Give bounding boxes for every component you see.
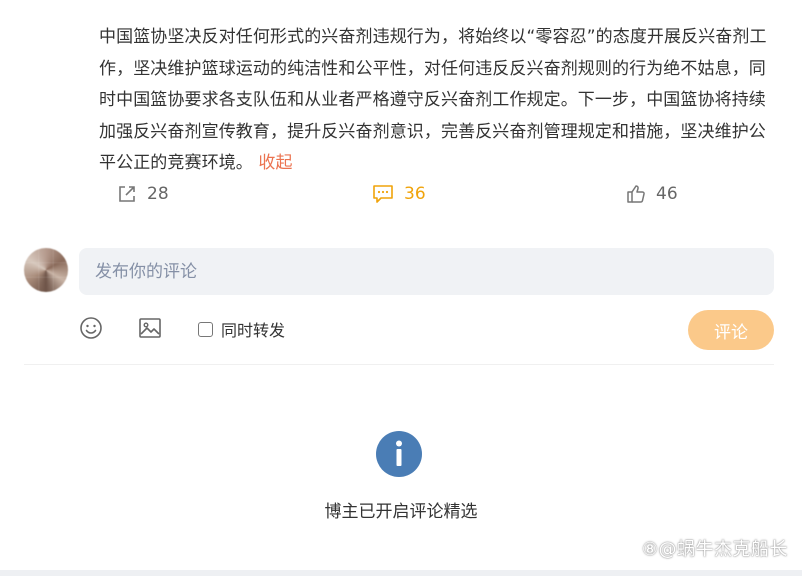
curated-comments-notice: 博主已开启评论精选 [324, 502, 478, 522]
divider [24, 364, 774, 365]
checkbox-box[interactable] [198, 321, 213, 337]
comment-icon [373, 185, 393, 203]
collapse-link[interactable]: 收起 [258, 153, 292, 173]
submit-comment-button[interactable]: 评论 [688, 310, 774, 350]
repost-checkbox[interactable]: 同时转发 [198, 317, 285, 341]
info-icon [376, 431, 422, 481]
comment-button[interactable]: 36 [372, 184, 426, 204]
avatar[interactable] [24, 248, 68, 292]
post-actions: 28 36 46 [0, 184, 802, 212]
post-body: 中国篮协坚决反对任何形式的兴奋剂违规行为，将始终以“零容忍”的态度开展反兴奋剂工… [99, 22, 779, 180]
share-button[interactable]: 28 [117, 184, 169, 204]
share-icon [119, 186, 135, 202]
image-icon[interactable] [138, 316, 162, 344]
post-text: 中国篮协坚决反对任何形式的兴奋剂违规行为，将始终以“零容忍”的态度开展反兴奋剂工… [99, 27, 767, 173]
repost-label: 同时转发 [221, 321, 286, 340]
bottom-bar [0, 570, 802, 576]
like-count: 46 [656, 184, 678, 204]
comment-input[interactable] [79, 248, 774, 295]
emoji-icon[interactable] [79, 316, 103, 344]
share-count: 28 [147, 184, 169, 204]
watermark: ⑧@蜗牛杰克船长 [641, 539, 788, 560]
thumbs-up-icon [627, 185, 645, 203]
composer-toolbar: 同时转发 评论 [0, 310, 802, 350]
comment-count: 36 [404, 184, 426, 204]
like-button[interactable]: 46 [626, 184, 678, 204]
